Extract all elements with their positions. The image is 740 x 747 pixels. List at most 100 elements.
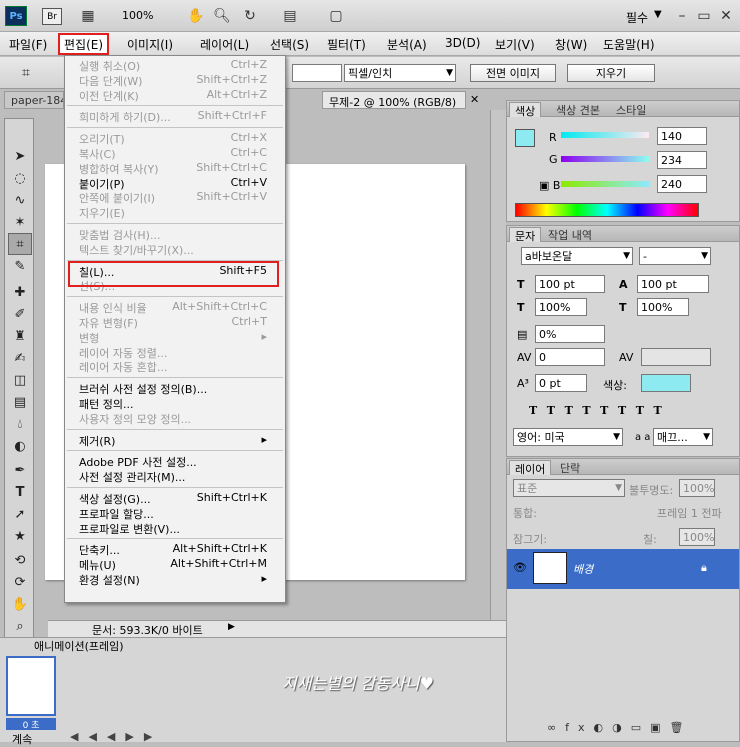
edit-menu-item[interactable]: 지우기(E) bbox=[65, 205, 285, 220]
brush-tool-icon[interactable]: ✐ bbox=[8, 303, 32, 325]
restore-icon[interactable]: ▭ bbox=[694, 7, 714, 25]
edit-menu-item[interactable]: 붙이기(P) Ctrl+V bbox=[65, 176, 285, 191]
font-style-select[interactable]: - ▼ bbox=[639, 247, 711, 265]
stamp-tool-icon[interactable]: ♜ bbox=[8, 325, 32, 347]
history-brush-icon[interactable]: ✍ bbox=[8, 347, 32, 369]
blur-tool-icon[interactable]: 💧︎ bbox=[8, 413, 32, 435]
layer-name[interactable]: 배경 bbox=[573, 561, 593, 577]
horizontal-scale-input[interactable]: 100% bbox=[637, 298, 689, 316]
edit-menu-item[interactable]: 변형 ▸ bbox=[65, 330, 285, 345]
tab-color[interactable]: 색상 bbox=[509, 102, 542, 118]
edit-menu-item[interactable]: 레이어 자동 혼합... bbox=[65, 359, 285, 374]
tsume-input[interactable]: 0% bbox=[535, 325, 605, 343]
layer-row-background[interactable]: 👁︎ 배경 🔒︎ bbox=[507, 549, 739, 589]
edit-menu-item[interactable]: 브러쉬 사전 설정 정의(B)... bbox=[65, 381, 285, 396]
clear-button[interactable]: 지우기 bbox=[567, 64, 655, 82]
tab-swatches[interactable]: 색상 견본 bbox=[551, 102, 605, 117]
minimize-icon[interactable]: – bbox=[672, 7, 692, 25]
menu-view[interactable]: 보기(V) bbox=[492, 35, 538, 53]
color-spectrum[interactable] bbox=[515, 203, 699, 217]
rotate-view-icon[interactable]: ↻ bbox=[240, 7, 260, 25]
edit-menu-item[interactable]: 단축키... Alt+Shift+Ctrl+K bbox=[65, 542, 285, 557]
menu-analysis[interactable]: 분석(A) bbox=[384, 35, 430, 53]
edit-menu-item[interactable]: 병합하여 복사(Y) Shift+Ctrl+C bbox=[65, 161, 285, 176]
tab-paragraph[interactable]: 단락 bbox=[555, 460, 585, 475]
edit-menu-item[interactable]: 이전 단계(K) Alt+Ctrl+Z bbox=[65, 88, 285, 103]
blend-mode-select[interactable]: 표준 ▼ bbox=[513, 479, 625, 497]
lasso-tool-icon[interactable]: ∿ bbox=[8, 189, 32, 211]
gradient-tool-icon[interactable]: ▤ bbox=[8, 391, 32, 413]
edit-menu-item[interactable]: 텍스트 찾기/바꾸기(X)... bbox=[65, 242, 285, 257]
edit-menu-item[interactable]: Adobe PDF 사전 설정... bbox=[65, 454, 285, 469]
edit-menu-item[interactable]: 실행 취소(O) Ctrl+Z bbox=[65, 58, 285, 73]
loop-select[interactable]: 계속 bbox=[12, 731, 32, 747]
language-select[interactable]: 영어: 미국 ▼ bbox=[513, 428, 623, 446]
menu-image[interactable]: 이미지(I) bbox=[124, 35, 176, 53]
edit-menu-item[interactable]: 메뉴(U) Alt+Shift+Ctrl+M bbox=[65, 557, 285, 572]
tab-history[interactable]: 작업 내역 bbox=[543, 227, 597, 242]
pen-tool-icon[interactable]: ✒ bbox=[8, 459, 32, 481]
film-icon[interactable]: ▦ bbox=[78, 7, 98, 25]
edit-menu-item[interactable]: 안쪽에 붙이기(I) Shift+Ctrl+V bbox=[65, 190, 285, 205]
zoom-icon[interactable]: 🔍︎ bbox=[212, 7, 232, 25]
text-style-buttons[interactable]: TTTTTTTT bbox=[529, 404, 672, 417]
document-size[interactable]: 문서: 593.3K/0 바이트 bbox=[92, 622, 203, 638]
antialias-select[interactable]: 매끄... ▼ bbox=[653, 428, 713, 446]
type-tool-icon[interactable]: T bbox=[8, 481, 32, 503]
font-family-select[interactable]: a바보온달 ▼ bbox=[521, 247, 633, 265]
resolution-input[interactable] bbox=[292, 64, 342, 82]
magic-wand-tool-icon[interactable]: ✶ bbox=[8, 211, 32, 233]
edit-menu-item[interactable]: 패턴 정의... bbox=[65, 396, 285, 411]
close-icon[interactable]: ✕ bbox=[716, 7, 736, 25]
bridge-button[interactable]: Br bbox=[42, 8, 62, 25]
edit-menu-item[interactable]: 색상 설정(G)... Shift+Ctrl+K bbox=[65, 491, 285, 506]
front-image-button[interactable]: 전면 이미지 bbox=[470, 64, 556, 82]
frame-delay[interactable]: 0 초 bbox=[6, 718, 56, 731]
healing-tool-icon[interactable]: ✚ bbox=[8, 281, 32, 303]
hand-tool-icon[interactable]: ✋ bbox=[8, 593, 32, 615]
edit-menu-item[interactable]: 복사(C) Ctrl+C bbox=[65, 146, 285, 161]
font-size-input[interactable]: 100 pt bbox=[535, 275, 605, 293]
edit-menu-item[interactable]: 내용 인식 비율 Alt+Shift+Ctrl+C bbox=[65, 300, 285, 315]
edit-menu-item[interactable]: 환경 설정(N) ▸ bbox=[65, 572, 285, 587]
eye-icon[interactable]: 👁︎ bbox=[513, 561, 527, 574]
edit-menu-item[interactable]: 레이어 자동 정렬... bbox=[65, 345, 285, 360]
r-slider[interactable] bbox=[561, 132, 649, 138]
vertical-scale-input[interactable]: 100% bbox=[535, 298, 587, 316]
marquee-tool-icon[interactable]: ◌ bbox=[8, 167, 32, 189]
g-slider[interactable] bbox=[561, 156, 649, 162]
zoom-level[interactable]: 100% bbox=[122, 9, 153, 22]
status-arrow-icon[interactable]: ▶ bbox=[228, 622, 235, 632]
menu-window[interactable]: 창(W) bbox=[552, 35, 590, 53]
tab-layers[interactable]: 레이어 bbox=[509, 460, 552, 476]
vertical-scrollbar[interactable] bbox=[490, 110, 506, 620]
edit-menu-item[interactable]: 사용자 정의 모양 정의... bbox=[65, 411, 285, 426]
fill-input[interactable]: 100% bbox=[679, 528, 715, 546]
menu-select[interactable]: 선택(S) bbox=[267, 35, 312, 53]
resolution-unit-select[interactable]: 픽셀/인치 ▼ bbox=[344, 64, 456, 82]
text-color-swatch[interactable] bbox=[641, 374, 691, 392]
tab-untitled-2[interactable]: 무제-2 @ 100% (RGB/8) bbox=[322, 91, 466, 109]
3d-orbit-icon[interactable]: ⟳ bbox=[8, 571, 32, 593]
edit-menu-item[interactable]: 자유 변형(F) Ctrl+T bbox=[65, 315, 285, 330]
path-selection-icon[interactable]: ➚ bbox=[8, 503, 32, 525]
arrange-documents-icon[interactable]: ▤ bbox=[280, 7, 300, 25]
workspace-switcher[interactable]: 필수 bbox=[626, 9, 648, 26]
edit-menu-item[interactable]: 프로파일로 변환(V)... bbox=[65, 521, 285, 536]
crop-tool-icon[interactable]: ⌗ bbox=[8, 233, 32, 255]
menu-help[interactable]: 도움말(H) bbox=[600, 35, 658, 53]
crop-icon[interactable]: ⌗ bbox=[16, 64, 36, 82]
playback-controls[interactable]: ◀◀◀▶▶ bbox=[70, 730, 162, 743]
menu-file[interactable]: 파일(F) bbox=[6, 35, 50, 53]
tab-character[interactable]: 문자 bbox=[509, 227, 542, 243]
layer-actions[interactable]: ∞fx◐◑▭▣🗑︎ bbox=[547, 721, 693, 734]
foreground-swatch[interactable] bbox=[515, 129, 535, 147]
edit-menu-item[interactable]: 제거(R) ▸ bbox=[65, 433, 285, 448]
tab-styles[interactable]: 스타일 bbox=[611, 102, 651, 117]
eraser-tool-icon[interactable]: ◫ bbox=[8, 369, 32, 391]
frame-thumbnail[interactable] bbox=[6, 656, 56, 716]
tab-close-icon[interactable]: ✕ bbox=[470, 93, 479, 106]
eyedropper-tool-icon[interactable]: ✎ bbox=[8, 255, 32, 277]
leading-input[interactable]: 100 pt bbox=[637, 275, 709, 293]
opacity-input[interactable]: 100% bbox=[679, 479, 715, 497]
